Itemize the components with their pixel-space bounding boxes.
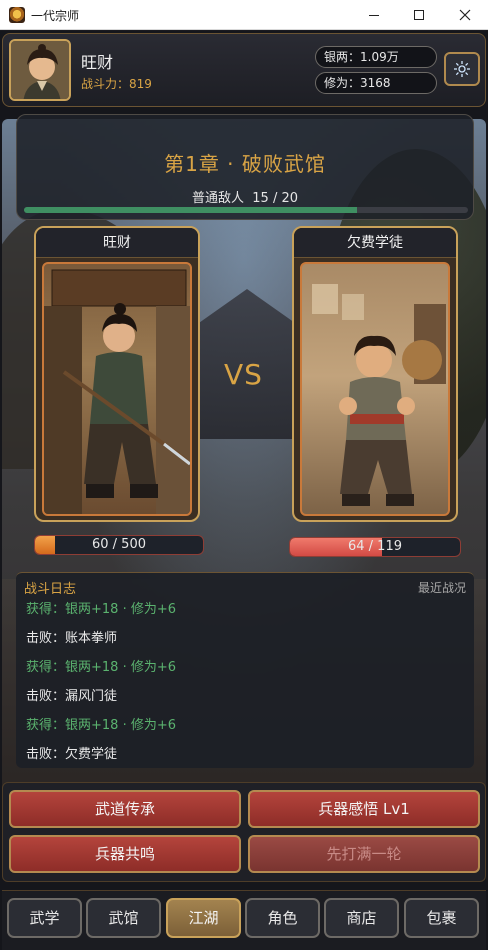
finish-round-button[interactable]: 先打满一轮 bbox=[248, 835, 480, 873]
chapter-title: 第1章 · 破败武馆 bbox=[164, 152, 326, 176]
battle-log-line: 获得：银两+18 · 修为+6 bbox=[26, 602, 176, 617]
weapon-resonance-button[interactable]: 兵器共鸣 bbox=[9, 835, 241, 873]
player-hp-text: 60 / 500 bbox=[92, 537, 146, 552]
maximize-button[interactable] bbox=[396, 0, 442, 30]
weapon-insight-button[interactable]: 兵器感悟 Lv1 bbox=[248, 790, 480, 828]
chapter-progress-text: 普通敌人 15 / 20 bbox=[17, 187, 473, 206]
player-name: 旺财 bbox=[81, 53, 114, 72]
avatar-portrait bbox=[11, 41, 69, 99]
settings-button[interactable] bbox=[444, 52, 480, 86]
player-hp-bar: 60 / 500 bbox=[34, 535, 204, 555]
silver-value: 1.09万 bbox=[360, 50, 399, 64]
recent-battles-link[interactable]: 最近战况 bbox=[418, 579, 466, 596]
cultivation-label: 修为： bbox=[324, 76, 361, 90]
player-fighter-art bbox=[44, 269, 190, 514]
silver-pill: 银两：1.09万 bbox=[315, 46, 437, 68]
vs-label: VS bbox=[224, 358, 263, 391]
app-icon bbox=[9, 7, 25, 23]
cultivation-pill: 修为：3168 bbox=[315, 72, 437, 94]
chapter-progress-count: 15 / 20 bbox=[252, 191, 298, 206]
power-value: 819 bbox=[129, 77, 152, 91]
tab-martial-arts[interactable]: 武学 bbox=[7, 898, 82, 938]
battle-log: 战斗日志 最近战况 获得：银两+18 · 修为+6 击败：账本拳师 获得：银两+18… bbox=[16, 572, 474, 768]
action-panel: 武道传承 兵器感悟 Lv1 兵器共鸣 先打满一轮 bbox=[2, 782, 486, 882]
enemy-card-name: 欠费学徒 bbox=[294, 228, 456, 258]
tab-dojo[interactable]: 武馆 bbox=[86, 898, 161, 938]
maximize-icon bbox=[414, 10, 424, 20]
cultivation-value: 3168 bbox=[360, 76, 391, 90]
avatar[interactable] bbox=[9, 39, 71, 101]
battle-log-line: 获得：银两+18 · 修为+6 bbox=[26, 660, 176, 675]
battle-log-line: 击败：账本拳师 bbox=[26, 631, 118, 646]
chapter-progress-fill bbox=[24, 207, 357, 213]
battle-log-line: 击败：欠费学徒 bbox=[26, 747, 118, 762]
player-portrait bbox=[42, 262, 192, 516]
minimize-icon bbox=[369, 14, 379, 16]
tab-shop[interactable]: 商店 bbox=[324, 898, 399, 938]
tab-jianghu[interactable]: 江湖 bbox=[166, 898, 241, 938]
battle-log-line: 击败：漏风门徒 bbox=[26, 689, 118, 704]
window-titlebar: 一代宗师 bbox=[0, 0, 488, 30]
player-header: 旺财 战斗力：819 银两：1.09万 修为：3168 bbox=[2, 33, 486, 107]
player-card: 旺财 bbox=[34, 226, 200, 522]
power-label: 战斗力： bbox=[81, 77, 130, 91]
chapter-progress-bar bbox=[24, 207, 468, 213]
martial-inheritance-button[interactable]: 武道传承 bbox=[9, 790, 241, 828]
enemy-card: 欠费学徒 bbox=[292, 226, 458, 522]
window-title: 一代宗师 bbox=[31, 9, 80, 23]
chapter-panel: 第1章 · 破败武馆 普通敌人 15 / 20 bbox=[16, 114, 474, 220]
close-button[interactable] bbox=[442, 0, 488, 30]
tab-inventory[interactable]: 包裹 bbox=[404, 898, 479, 938]
enemy-fighter-art bbox=[312, 284, 446, 506]
gear-icon bbox=[454, 61, 470, 77]
close-icon bbox=[459, 9, 471, 21]
battle-log-title: 战斗日志 bbox=[24, 582, 77, 597]
enemy-hp-bar: 64 / 119 bbox=[289, 537, 461, 557]
chapter-progress-label: 普通敌人 bbox=[191, 191, 244, 206]
minimize-button[interactable] bbox=[351, 0, 397, 30]
player-power: 战斗力：819 bbox=[81, 75, 152, 92]
enemy-hp-text: 64 / 119 bbox=[348, 539, 402, 554]
bottom-tab-bar: 武学 武馆 江湖 角色 商店 包裹 bbox=[2, 890, 486, 950]
battle-log-line: 获得：银两+18 · 修为+6 bbox=[26, 718, 176, 733]
tab-character[interactable]: 角色 bbox=[245, 898, 320, 938]
silver-label: 银两： bbox=[324, 50, 361, 64]
player-card-name: 旺财 bbox=[36, 228, 198, 258]
enemy-portrait bbox=[300, 262, 450, 516]
